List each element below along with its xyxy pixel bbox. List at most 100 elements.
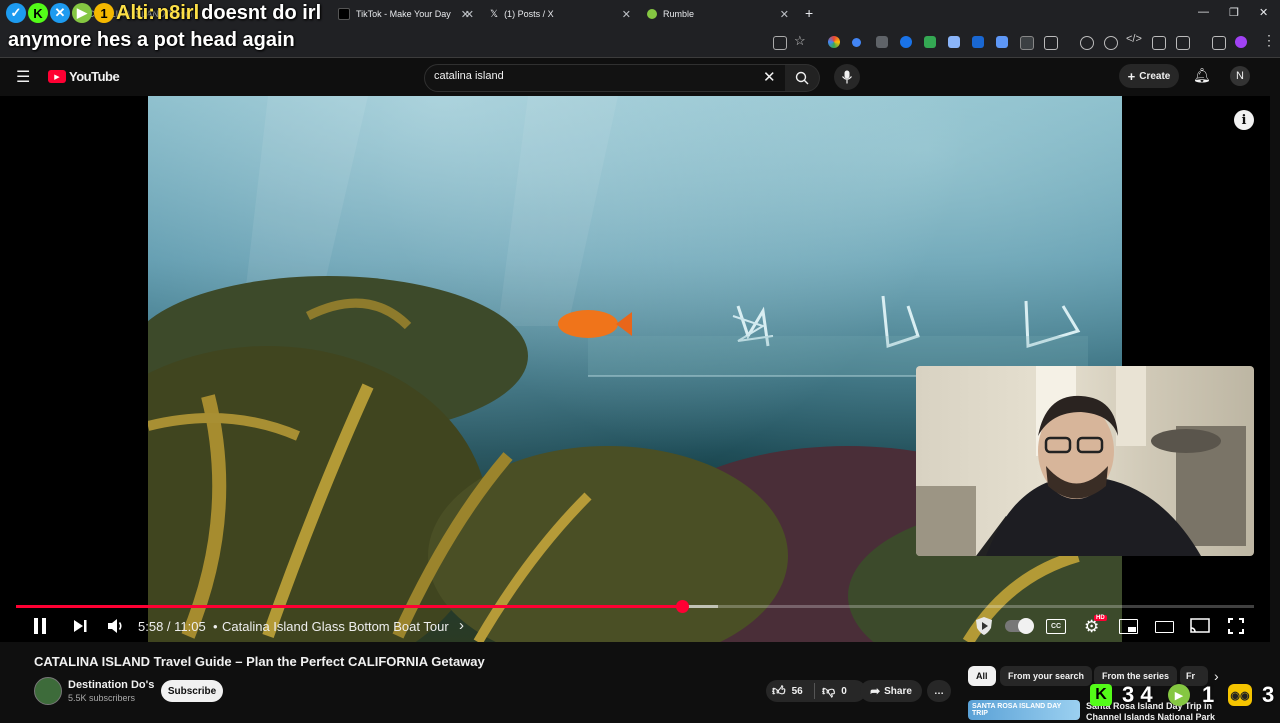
extension-icon[interactable] [1020, 36, 1034, 50]
share-button[interactable]: ➦ Share [860, 680, 922, 702]
chat-username-2: n8irl [156, 1, 200, 24]
chapter-title[interactable]: Catalina Island Glass Bottom Boat Tour [222, 619, 449, 634]
notifications-bell-icon[interactable]: 🔔︎ [1193, 67, 1211, 84]
subscriber-count: 5.5K subscribers [68, 693, 136, 703]
other-viewer-count: 3 [1262, 682, 1275, 707]
autoplay-toggle-knob [1018, 618, 1034, 634]
chapter-chevron-icon[interactable]: › [459, 617, 464, 634]
performance-icon[interactable] [1104, 36, 1118, 50]
search-button[interactable] [785, 64, 820, 92]
cast-icon[interactable] [1190, 618, 1210, 639]
extension-icon[interactable] [948, 36, 960, 48]
sidebar-icon[interactable] [1176, 36, 1190, 50]
youtube-wordmark: YouTube [69, 69, 120, 84]
autoplay-shield-icon[interactable] [974, 616, 994, 636]
reading-list-icon[interactable] [1152, 36, 1166, 50]
tab-tiktok[interactable]: TikTok - Make Your Day ✕ [338, 2, 478, 26]
player-letterbox-left [0, 96, 148, 642]
bookmark-star-icon[interactable]: ☆ [794, 33, 806, 49]
chapter-separator: • [213, 619, 218, 634]
progress-played [16, 605, 683, 608]
chip-from-your-search[interactable]: From your search [1000, 666, 1093, 686]
pause-button[interactable] [32, 617, 48, 640]
account-avatar[interactable]: N [1230, 66, 1250, 86]
channel-name[interactable]: Destination Do's [68, 679, 154, 691]
info-icon[interactable]: i [1234, 110, 1254, 130]
dislike-button[interactable]: 👎︎ 0 [822, 683, 847, 699]
extension-icon[interactable] [996, 36, 1008, 48]
extension-icon[interactable] [852, 38, 861, 47]
next-button[interactable] [72, 618, 88, 639]
tab-tiktok-label: TikTok - Make Your Day [356, 9, 451, 19]
tab-rumble-label: Rumble [663, 9, 695, 19]
fullscreen-icon[interactable] [1228, 618, 1244, 639]
history-icon[interactable] [1080, 36, 1094, 50]
extension-icon[interactable] [924, 36, 936, 48]
theater-mode-icon[interactable] [1155, 621, 1174, 633]
tiktok-icon [338, 8, 350, 20]
more-actions-button[interactable]: … [927, 680, 951, 702]
profile-avatar[interactable] [1235, 36, 1247, 48]
tab-x-label: (1) Posts / X [504, 9, 554, 19]
downloads-icon[interactable] [1212, 36, 1226, 50]
next-track-icon [74, 620, 87, 632]
install-app-icon[interactable] [773, 36, 787, 50]
video-title: CATALINA ISLAND Travel Guide – Plan the … [34, 654, 485, 669]
miniplayer-icon[interactable] [1119, 619, 1138, 634]
restore-button[interactable]: ❐ [1229, 6, 1239, 19]
hamburger-menu-icon[interactable]: ☰ [16, 67, 30, 87]
captions-button[interactable]: CC [1046, 619, 1066, 634]
browser-menu-icon[interactable]: ⋮ [1262, 32, 1276, 49]
new-tab-button[interactable]: + [805, 5, 813, 21]
rumble-viewer-count: 1 [1202, 682, 1215, 707]
minimize-button[interactable]: — [1198, 6, 1209, 18]
youtube-play-icon: ▶ [48, 70, 66, 83]
extension-icon[interactable] [900, 36, 912, 48]
autoplay-toggle[interactable] [1005, 618, 1034, 634]
time-display: 5:58 / 11:05 [138, 619, 206, 634]
voice-search-button[interactable] [834, 64, 860, 90]
extensions-puzzle-icon[interactable] [1044, 36, 1058, 50]
tab-rumble[interactable]: Rumble ✕ [647, 2, 793, 26]
like-divider [814, 683, 815, 699]
chip-all[interactable]: All [968, 666, 996, 686]
extension-icon[interactable] [828, 36, 840, 48]
chat-username: Alti: [116, 1, 155, 24]
tab-x[interactable]: 𝕏 (1) Posts / X ✕ [490, 2, 635, 26]
tab-close-icon[interactable]: ✕ [780, 8, 789, 21]
like-count: 56 [791, 685, 803, 697]
extension-icon[interactable] [972, 36, 984, 48]
tab-close-icon[interactable]: ✕ [465, 8, 474, 21]
plus-icon: + [1127, 68, 1136, 84]
thumbs-up-icon: 👍︎ [772, 683, 786, 698]
channel-avatar[interactable] [34, 677, 62, 705]
close-window-button[interactable]: ✕ [1259, 6, 1268, 19]
volume-button[interactable] [107, 618, 125, 639]
progress-scrubber[interactable] [676, 600, 690, 613]
dislike-count: 0 [841, 685, 847, 697]
tab-close-icon[interactable]: ✕ [622, 8, 631, 21]
microphone-icon [842, 70, 852, 84]
volume-icon [108, 619, 122, 633]
count-badge: 1 [94, 3, 114, 23]
x-icon: 𝕏 [490, 9, 499, 20]
chat-message-continued: anymore hes a pot head again [8, 29, 295, 51]
rumble-icon [647, 9, 657, 19]
other-platform-counter-icon: ◉◉ [1228, 684, 1252, 706]
streamer-webcam [916, 366, 1254, 556]
share-arrow-icon: ➦ [870, 684, 881, 698]
youtube-logo[interactable]: ▶ YouTube [48, 69, 120, 84]
recommendation-thumbnail[interactable]: SANTA ROSA ISLAND DAY TRIP [968, 700, 1080, 720]
devtools-icon[interactable]: </> [1126, 33, 1142, 45]
rumble-badge-icon: ▶ [72, 3, 92, 23]
webcam-feed [916, 366, 1246, 556]
search-icon [795, 71, 809, 85]
like-button[interactable]: 👍︎ 56 [772, 683, 803, 699]
extension-icon[interactable] [876, 36, 888, 48]
kick-counter-icon: K [1090, 684, 1112, 706]
create-button[interactable]: + Create [1119, 64, 1179, 88]
share-label: Share [884, 685, 912, 697]
subscribe-button[interactable]: Subscribe [161, 680, 223, 702]
chips-next-chevron-icon[interactable]: › [1214, 668, 1219, 684]
clear-search-icon[interactable]: ✕ [763, 68, 776, 86]
